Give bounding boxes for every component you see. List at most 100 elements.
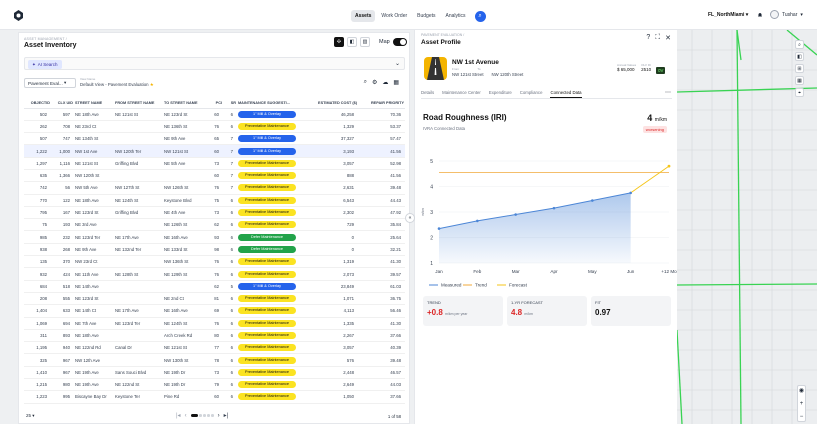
priority-cell: 52.98 — [358, 157, 405, 170]
table-row[interactable]: 742 56 NW 5th Ave NW 127th St NW 126th St 76 7… — [24, 181, 405, 195]
cost-cell: 2,267 — [303, 329, 358, 343]
compass-icon[interactable]: ◉ — [799, 387, 804, 394]
table-row[interactable]: 932 424 NE 11th Ave NE 128th St NE 129th St 7… — [24, 267, 405, 281]
close-icon[interactable]: ✕ — [665, 34, 671, 42]
layers-icon[interactable]: ◧ — [795, 52, 804, 61]
maintenance-cell: Preventative Maintenance — [237, 169, 303, 183]
page-dot[interactable] — [199, 414, 202, 417]
table-row[interactable]: 635 1,366 NW 120th St 60 7 Preventative Maint… — [24, 169, 405, 183]
global-search-icon[interactable]: ⌕ — [474, 10, 486, 22]
tab-maintenance-center[interactable]: Maintenance Center — [442, 88, 481, 98]
column-header[interactable]: TO STREET NAME — [163, 98, 209, 109]
per-page-select[interactable]: 25 ▾ — [26, 413, 35, 419]
more-icon[interactable]: ⋯ — [665, 89, 671, 96]
zoom-in-icon[interactable]: + — [800, 401, 804, 407]
column-header[interactable]: ESTIMATED COST ($) — [303, 98, 358, 109]
locate-icon[interactable]: ⌖ — [795, 88, 804, 97]
select-tool-icon[interactable]: ✣ — [334, 37, 344, 47]
table-row[interactable]: 262 708 NE 23rd Ct NE 136th St 76 6 Preventati… — [24, 120, 405, 134]
table-row[interactable]: 1,069 694 NE 7th Ave NE 123rd Ter NE 124th S… — [24, 317, 405, 330]
user-menu[interactable]: Tushar ▾ — [770, 10, 803, 19]
breadcrumb[interactable]: PAVEMENT EVALUATION / — [421, 33, 464, 37]
layers-icon[interactable]: ◧ — [347, 37, 357, 47]
table-row[interactable]: 1,410 967 NE 19th Ave Sans Souci Blvd NE 19t… — [24, 366, 405, 380]
map-search-icon[interactable]: ⌕ — [795, 40, 804, 49]
column-header[interactable]: STREET NAME — [74, 98, 114, 109]
column-header[interactable]: CLX UID — [51, 98, 74, 109]
chevron-down-icon: ▾ — [800, 11, 803, 18]
table-row[interactable]: 1,215 980 NE 19th Ave NE 122nd St NE 19th Dr… — [24, 378, 405, 392]
measure-icon[interactable]: ⊞ — [795, 64, 804, 73]
table-row[interactable]: 502 597 NE 18th Ave NE 121st St NE 123rd St 6… — [24, 108, 405, 121]
table-cell: 6 — [223, 120, 237, 134]
table-row[interactable]: 507 747 NE 134th St NE 9th Ave 65 7 1" Mill & … — [24, 132, 405, 146]
zoom-out-icon[interactable]: − — [800, 414, 804, 420]
grid-icon[interactable]: ▦ — [393, 79, 399, 86]
cost-cell: 729 — [303, 218, 358, 232]
tab-expenditure[interactable]: Expenditure — [489, 88, 512, 98]
help-icon[interactable]: ? — [646, 34, 650, 42]
view-name-select[interactable]: Default View - Pavement Evaluation ★ — [80, 82, 154, 88]
nav-work-order[interactable]: Work Order — [377, 10, 411, 22]
column-header[interactable]: SR — [223, 98, 237, 109]
last-page-icon[interactable]: ▸| — [224, 412, 229, 419]
table-row[interactable]: 1,297 1,116 NE 121st St Griffing Blvd NE 5th… — [24, 157, 405, 170]
x-tick-label: May — [588, 269, 597, 274]
split-view-icon[interactable]: ▥ — [360, 37, 370, 47]
table-cell: NE 19th Ave — [74, 366, 114, 380]
nav-assets[interactable]: Assets — [351, 10, 376, 22]
bell-icon[interactable] — [757, 12, 763, 18]
breadcrumb[interactable]: ASSET MANAGEMENT / — [24, 37, 67, 41]
page-dot[interactable] — [190, 414, 198, 417]
page-dot[interactable] — [211, 414, 214, 417]
table-cell: 1,366 — [51, 169, 74, 183]
column-header[interactable]: PCI — [209, 98, 223, 109]
table-row[interactable]: 208 555 NE 123rd St NE 2nd Ct 81 6 Preventativ… — [24, 292, 405, 306]
nav-analytics[interactable]: Analytics — [442, 10, 470, 22]
prev-page-icon[interactable]: ‹ — [185, 413, 187, 419]
next-page-icon[interactable]: › — [218, 413, 220, 419]
table-cell: NE 122nd Rd — [74, 341, 114, 355]
page-dot[interactable] — [207, 414, 210, 417]
collapse-panel-icon[interactable]: « — [405, 213, 415, 223]
table-row[interactable]: 1,195 940 NE 122nd Rd Canal Dr NE 121st St 77… — [24, 341, 405, 355]
table-row[interactable]: 75 193 NE 3rd Ave NE 126th St 62 6 Preventativ… — [24, 218, 405, 232]
cloud-download-icon[interactable]: ☁ — [382, 79, 388, 86]
tab-details[interactable]: Details — [421, 88, 434, 98]
table-row[interactable]: 938 268 NE 9th Ave NE 132nd Ter NE 133rd St 9… — [24, 243, 405, 257]
cost-cell: 888 — [303, 169, 358, 183]
nav-budgets[interactable]: Budgets — [413, 10, 439, 22]
chevron-down-icon[interactable]: ⌄ — [395, 60, 400, 67]
expand-icon[interactable]: ⛶ — [655, 34, 660, 42]
star-icon[interactable]: ★ — [150, 82, 154, 87]
ai-search-button[interactable]: ✦ AI Search — [28, 60, 62, 69]
table-row[interactable]: 770 122 NE 18th Ave NE 124th St Keystone Blv… — [24, 194, 405, 207]
table-row[interactable]: 1,222 1,000 NW 1st Ave NW 120th Ter NW 121st… — [24, 144, 405, 158]
tab-connected-data[interactable]: Connected Data — [550, 88, 582, 98]
first-page-icon[interactable]: |◂ — [176, 412, 181, 419]
basemap-icon[interactable]: ▦ — [795, 76, 804, 85]
map-toggle[interactable] — [392, 38, 407, 46]
table-row[interactable]: 985 232 NE 123rd Ter NE 17th Ave NE 16th Ave… — [24, 230, 405, 244]
table-row[interactable]: 311 893 NE 18th Ave Arch Creek Rd 80 6 Prevent… — [24, 329, 405, 343]
layer-dropdown[interactable]: Pavement Eval... ▾ — [24, 78, 76, 88]
priority-cell: 44.03 — [358, 378, 405, 392]
table-row[interactable]: 1,223 995 Biscayne Bay Dr Keystone Ter Pine … — [24, 390, 405, 404]
app-logo[interactable] — [12, 9, 25, 22]
table-cell: 1,000 — [51, 144, 74, 158]
fit-card: FIT 0.97 — [591, 296, 671, 326]
tab-compliance[interactable]: Compliance — [520, 88, 543, 98]
table-row[interactable]: 1,404 633 NE 14th Ct NE 17th Ave NE 16th Ave… — [24, 304, 405, 318]
gear-icon[interactable]: ⚙ — [372, 79, 377, 86]
tenant-selector[interactable]: FL_NorthMiami ▾ — [708, 12, 748, 18]
table-row[interactable]: 795 167 NE 123rd St Griffing Blvd NE 4th Ave… — [24, 206, 405, 220]
table-row[interactable]: 135 370 NW 23rd Ct NW 136th St 76 6 Preventati… — [24, 255, 405, 269]
table-row[interactable]: 325 967 NW 12th Ave NW 130th St 78 6 Preventat… — [24, 353, 405, 367]
column-header[interactable]: MAINTENANCE SUGGESTI... — [237, 98, 303, 109]
search-icon[interactable]: ⌕ — [364, 79, 367, 86]
column-header[interactable]: FROM STREET NAME — [114, 98, 163, 109]
column-header[interactable]: OBJECTID — [24, 98, 51, 109]
column-header[interactable]: REPAIR PRIORITY — [358, 98, 405, 109]
table-row[interactable]: 684 518 NE 14th Ave 62 5 1" Mill & Overlay 23,… — [24, 280, 405, 293]
page-dot[interactable] — [203, 414, 206, 417]
